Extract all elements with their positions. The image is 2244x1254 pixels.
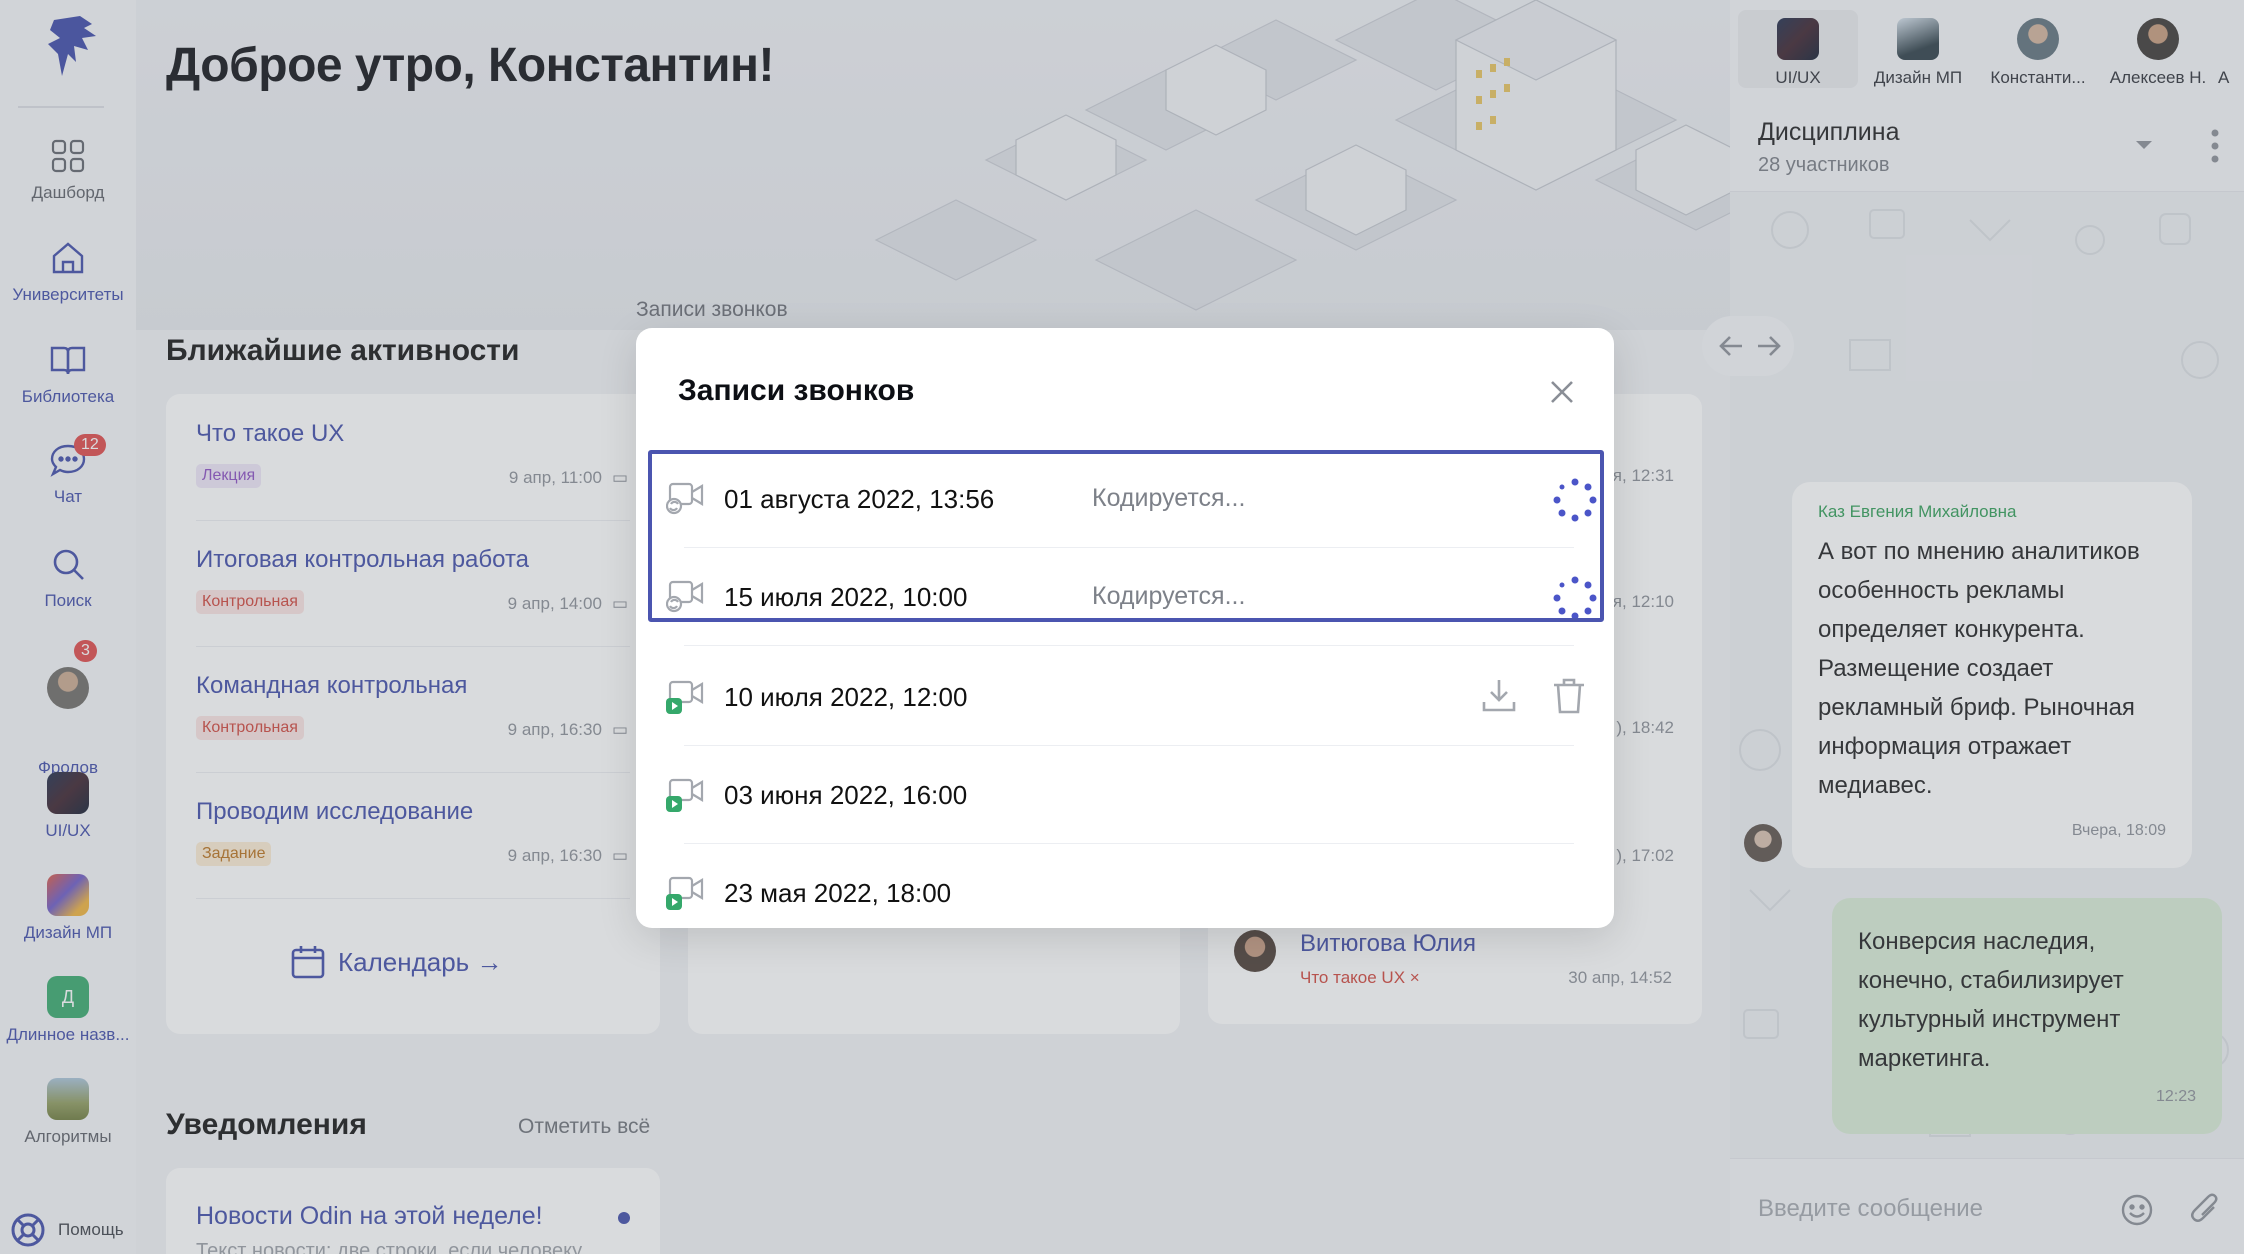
recording-row[interactable]: 03 июня 2022, 16:00 xyxy=(660,746,1590,844)
recording-date: 10 июля 2022, 12:00 xyxy=(724,682,968,712)
download-icon[interactable] xyxy=(1480,676,1518,716)
recording-row[interactable]: 23 мая 2022, 18:00 xyxy=(660,844,1590,942)
recording-row[interactable]: 01 августа 2022, 13:56 Кодируется... xyxy=(660,450,1597,548)
divider xyxy=(684,645,1574,646)
video-encoding-icon xyxy=(666,580,704,613)
recording-status: Кодируется... xyxy=(1092,484,1246,512)
video-ready-icon xyxy=(666,680,704,714)
video-ready-icon xyxy=(666,778,704,812)
recording-row[interactable]: 10 июля 2022, 12:00 xyxy=(660,648,1590,746)
recording-status: Кодируется... xyxy=(1092,582,1246,610)
recording-date: 03 июня 2022, 16:00 xyxy=(724,780,968,810)
video-ready-icon xyxy=(666,876,704,910)
call-recordings-modal: Записи звонков 01 августа 2022, 13:56 Ко… xyxy=(636,328,1614,928)
video-encoding-icon xyxy=(666,482,704,515)
loading-spinner-icon xyxy=(1553,478,1597,522)
recording-date: 15 июля 2022, 10:00 xyxy=(724,582,968,612)
trash-icon[interactable] xyxy=(1550,676,1588,716)
modal-title: Записи звонков xyxy=(678,374,915,407)
recording-date: 23 мая 2022, 18:00 xyxy=(724,878,952,908)
recording-row[interactable]: 15 июля 2022, 10:00 Кодируется... xyxy=(660,548,1597,646)
loading-spinner-icon xyxy=(1553,576,1597,620)
modal-caption: Записи звонков xyxy=(636,298,788,321)
recording-date: 01 августа 2022, 13:56 xyxy=(724,484,995,514)
close-icon[interactable] xyxy=(1546,376,1578,408)
